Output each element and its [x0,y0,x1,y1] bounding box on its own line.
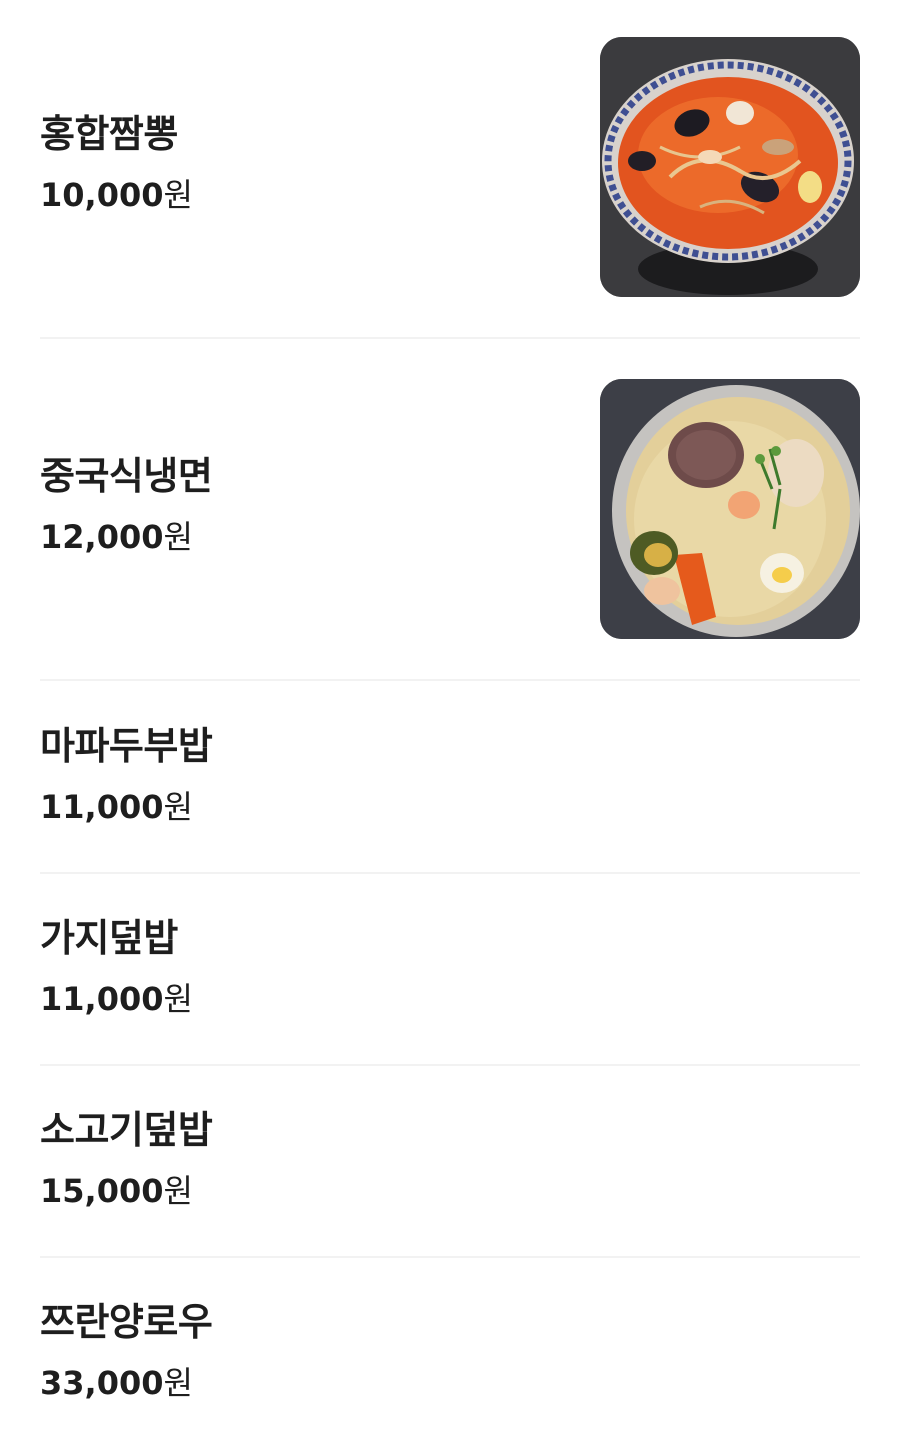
menu-item-beef-rice[interactable]: 소고기덮밥 15,000원 [40,1066,860,1256]
menu-item-name: 마파두부밥 [40,724,213,768]
cold-noodle-photo[interactable] [600,379,860,639]
divider [40,679,860,681]
menu-item-price: 11,000원 [40,788,193,826]
menu-item-name: 가지덮밥 [40,916,178,960]
menu-item-name: 중국식냉면 [40,454,213,498]
menu-item-price: 15,000원 [40,1172,193,1210]
jjamppong-bowl-image [600,37,860,297]
menu-item-price: 11,000원 [40,980,193,1018]
menu-item-cumin-lamb[interactable]: 쯔란양로우 33,000원 [40,1258,860,1446]
menu-item-price: 12,000원 [40,518,193,556]
menu-item-cold-noodle[interactable]: 중국식냉면 12,000원 [40,378,860,640]
menu-item-mapo-tofu-rice[interactable]: 마파두부밥 11,000원 [40,682,860,872]
divider [40,337,860,339]
menu-list: 홍합짬뽕 10,000원 중국식냉면 12,000원 마파두부밥 11,000원… [0,0,900,1446]
menu-item-name: 소고기덮밥 [40,1108,213,1152]
menu-item-name: 홍합짬뽕 [40,112,178,156]
jjamppong-photo[interactable] [600,37,860,297]
menu-item-price: 10,000원 [40,176,193,214]
menu-item-name: 쯔란양로우 [40,1300,213,1344]
menu-item-eggplant-rice[interactable]: 가지덮밥 11,000원 [40,874,860,1064]
menu-item-jjamppong[interactable]: 홍합짬뽕 10,000원 [40,36,860,298]
menu-item-price: 33,000원 [40,1364,193,1402]
cold-noodle-bowl-image [600,379,860,639]
